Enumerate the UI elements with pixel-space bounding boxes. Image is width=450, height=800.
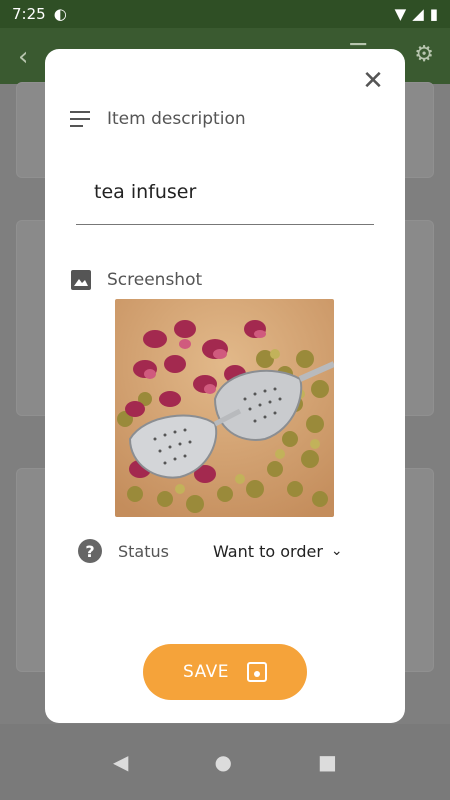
edit-item-dialog: ✕ Item description Screenshot xyxy=(45,49,405,723)
back-arrow-icon[interactable]: ‹ xyxy=(18,42,28,72)
notes-icon xyxy=(69,107,93,131)
save-button-label: SAVE xyxy=(182,662,230,682)
nav-recents-icon[interactable]: ■ xyxy=(318,750,337,774)
nav-back-icon[interactable]: ◀ xyxy=(113,750,128,774)
status-row: ? Status Want to order ⌄ xyxy=(78,539,343,563)
signal-icon: ◢ xyxy=(412,5,424,23)
status-dropdown[interactable]: Want to order ⌄ xyxy=(213,542,343,561)
save-icon xyxy=(247,662,268,682)
status-icons: ▼ ◢ ▮ xyxy=(395,5,438,23)
status-label: Status xyxy=(118,541,169,561)
wifi-icon: ▼ xyxy=(394,5,407,23)
screenshot-label-row: Screenshot xyxy=(69,268,202,292)
notification-icon: ◐ xyxy=(53,5,67,23)
navigation-bar: ◀ ● ■ xyxy=(0,724,450,800)
status-dropdown-value: Want to order xyxy=(213,541,323,561)
description-label-row: Item description xyxy=(69,107,246,131)
nav-home-icon[interactable]: ● xyxy=(215,750,232,774)
close-icon[interactable]: ✕ xyxy=(361,68,385,94)
screenshot-label: Screenshot xyxy=(107,270,203,290)
status-bar: 7:25 ◐ ▼ ◢ ▮ xyxy=(0,0,450,28)
chevron-down-icon: ⌄ xyxy=(330,543,343,559)
help-circle-icon: ? xyxy=(78,539,102,563)
gear-icon[interactable]: ⚙ xyxy=(414,42,434,67)
description-label: Item description xyxy=(107,109,246,129)
status-time: 7:25 xyxy=(12,5,46,23)
battery-icon: ▮ xyxy=(429,5,438,23)
description-input[interactable] xyxy=(76,159,374,225)
screenshot-image[interactable] xyxy=(115,299,334,517)
image-icon xyxy=(69,268,93,292)
save-button[interactable]: SAVE xyxy=(143,644,307,700)
